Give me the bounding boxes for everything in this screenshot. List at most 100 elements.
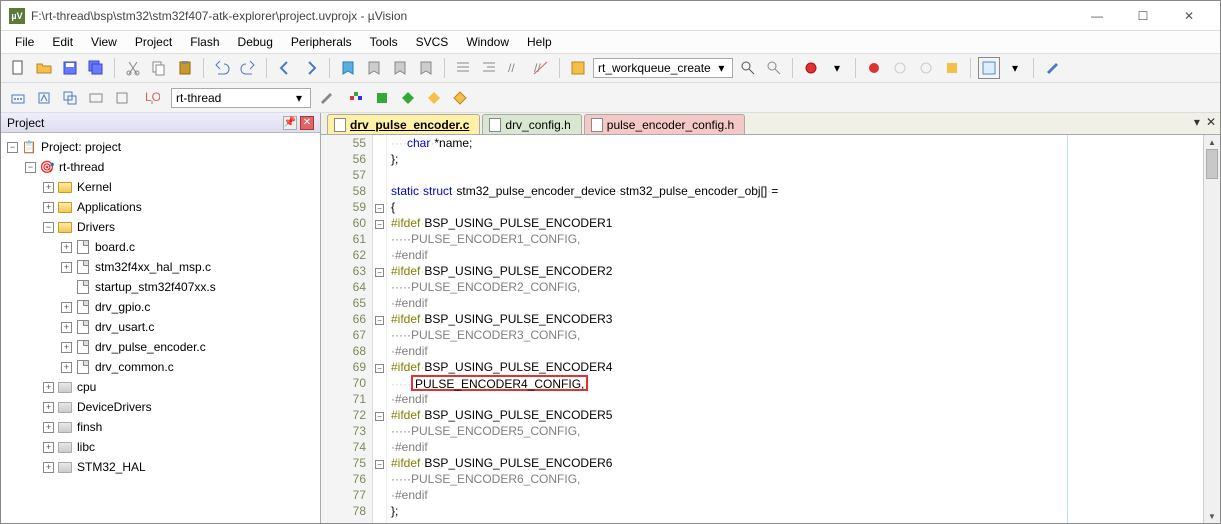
tab-dropdown-icon[interactable]: ▾ — [1194, 115, 1200, 129]
bookmark-icon[interactable] — [337, 57, 359, 79]
tree-file[interactable]: startup_stm32f407xx.s — [3, 277, 318, 297]
close-button[interactable]: ✕ — [1166, 1, 1212, 31]
project-panel: Project 📌 ✕ −📋Project: project −🎯rt-thre… — [1, 113, 321, 523]
window-title: F:\rt-thread\bsp\stm32\stm32f407-atk-exp… — [31, 9, 1074, 23]
breakpoint-enable-icon[interactable] — [889, 57, 911, 79]
project-tree[interactable]: −📋Project: project −🎯rt-thread +Kernel +… — [1, 133, 320, 523]
find-combo-text: rt_workqueue_create — [598, 61, 711, 75]
tab-close-icon[interactable]: ✕ — [1206, 115, 1216, 129]
scroll-down-icon[interactable]: ▼ — [1204, 509, 1220, 523]
download-icon[interactable]: LOAD — [141, 87, 163, 109]
tree-group-cpu[interactable]: +cpu — [3, 377, 318, 397]
code-body[interactable]: ····char·*name;};static·struct·stm32_pul… — [387, 135, 1203, 523]
menu-project[interactable]: Project — [127, 33, 180, 51]
tree-group-drivers[interactable]: −Drivers — [3, 217, 318, 237]
build-icon[interactable] — [33, 87, 55, 109]
breakpoint-disable-icon[interactable] — [915, 57, 937, 79]
tree-group-stm32hal[interactable]: +STM32_HAL — [3, 457, 318, 477]
menu-flash[interactable]: Flash — [182, 33, 227, 51]
incremental-find-icon[interactable] — [763, 57, 785, 79]
new-file-icon[interactable] — [7, 57, 29, 79]
comment-icon[interactable]: // — [504, 57, 526, 79]
menu-debug[interactable]: Debug — [230, 33, 281, 51]
build-toolbar: LOAD rt-thread▾ — [1, 83, 1220, 113]
title-bar: µV F:\rt-thread\bsp\stm32\stm32f407-atk-… — [1, 1, 1220, 31]
menu-peripherals[interactable]: Peripherals — [283, 33, 360, 51]
paste-icon[interactable] — [174, 57, 196, 79]
tree-label: libc — [77, 440, 95, 454]
tree-group-finsh[interactable]: +finsh — [3, 417, 318, 437]
scroll-thumb[interactable] — [1206, 149, 1218, 179]
minimize-button[interactable]: — — [1074, 1, 1120, 31]
fold-column[interactable]: −−−−−−− — [373, 135, 387, 523]
target-options-icon[interactable] — [315, 87, 337, 109]
manage-rte-icon[interactable] — [423, 87, 445, 109]
redo-icon[interactable] — [237, 57, 259, 79]
tree-file[interactable]: +stm32f4xx_hal_msp.c — [3, 257, 318, 277]
breakpoint-kill-icon[interactable] — [941, 57, 963, 79]
debug-icon[interactable] — [800, 57, 822, 79]
cut-icon[interactable] — [122, 57, 144, 79]
target-combo[interactable]: rt-thread▾ — [171, 88, 311, 108]
copy-icon[interactable] — [148, 57, 170, 79]
outdent-icon[interactable] — [478, 57, 500, 79]
nav-forward-icon[interactable] — [300, 57, 322, 79]
code-editor[interactable]: 5556575859606162636465666768697071727374… — [321, 135, 1220, 523]
tab-drv-pulse-encoder[interactable]: drv_pulse_encoder.c — [327, 114, 480, 134]
stop-build-icon[interactable] — [111, 87, 133, 109]
tree-file[interactable]: +drv_gpio.c — [3, 297, 318, 317]
menu-view[interactable]: View — [83, 33, 125, 51]
menu-file[interactable]: File — [7, 33, 42, 51]
bookmark-next-icon[interactable] — [389, 57, 411, 79]
tree-label: finsh — [77, 420, 102, 434]
tree-file[interactable]: +drv_pulse_encoder.c — [3, 337, 318, 357]
layout-dropdown-icon[interactable]: ▾ — [1004, 57, 1026, 79]
menu-window[interactable]: Window — [458, 33, 517, 51]
menu-edit[interactable]: Edit — [44, 33, 81, 51]
manage-project-icon[interactable] — [345, 87, 367, 109]
save-all-icon[interactable] — [85, 57, 107, 79]
maximize-button[interactable]: ☐ — [1120, 1, 1166, 31]
nav-back-icon[interactable] — [274, 57, 296, 79]
window-layout-icon[interactable] — [978, 57, 1000, 79]
save-icon[interactable] — [59, 57, 81, 79]
find-combo[interactable]: rt_workqueue_create▾ — [593, 58, 733, 78]
menu-help[interactable]: Help — [519, 33, 560, 51]
tree-root[interactable]: −📋Project: project — [3, 137, 318, 157]
bookmark-prev-icon[interactable] — [363, 57, 385, 79]
translate-icon[interactable] — [7, 87, 29, 109]
tree-group-libc[interactable]: +libc — [3, 437, 318, 457]
tree-group-devicedrivers[interactable]: +DeviceDrivers — [3, 397, 318, 417]
tree-target[interactable]: −🎯rt-thread — [3, 157, 318, 177]
panel-pin-icon[interactable]: 📌 — [283, 116, 297, 130]
menu-svcs[interactable]: SVCS — [408, 33, 457, 51]
vertical-scrollbar[interactable]: ▲ ▼ — [1203, 135, 1220, 523]
debug-dropdown-icon[interactable]: ▾ — [826, 57, 848, 79]
open-file-icon[interactable] — [33, 57, 55, 79]
uncomment-icon[interactable]: // — [530, 57, 552, 79]
menu-tools[interactable]: Tools — [362, 33, 406, 51]
books-icon[interactable] — [449, 87, 471, 109]
main-toolbar: // // rt_workqueue_create▾ ▾ ▾ — [1, 53, 1220, 83]
find-icon[interactable] — [567, 57, 589, 79]
panel-close-icon[interactable]: ✕ — [300, 116, 314, 130]
find-in-files-icon[interactable] — [737, 57, 759, 79]
tree-group-kernel[interactable]: +Kernel — [3, 177, 318, 197]
bookmark-clear-icon[interactable] — [415, 57, 437, 79]
configure-icon[interactable] — [1041, 57, 1063, 79]
editor-tabs: drv_pulse_encoder.c drv_config.h pulse_e… — [321, 113, 1220, 135]
breakpoint-insert-icon[interactable] — [863, 57, 885, 79]
tree-group-applications[interactable]: +Applications — [3, 197, 318, 217]
indent-icon[interactable] — [452, 57, 474, 79]
tree-file[interactable]: +drv_common.c — [3, 357, 318, 377]
scroll-up-icon[interactable]: ▲ — [1204, 135, 1220, 149]
tree-file[interactable]: +drv_usart.c — [3, 317, 318, 337]
tab-drv-config[interactable]: drv_config.h — [482, 114, 581, 134]
pack-installer-icon[interactable] — [397, 87, 419, 109]
tree-file[interactable]: +board.c — [3, 237, 318, 257]
undo-icon[interactable] — [211, 57, 233, 79]
tab-pulse-encoder-config[interactable]: pulse_encoder_config.h — [584, 114, 745, 134]
rebuild-icon[interactable] — [59, 87, 81, 109]
batch-build-icon[interactable] — [85, 87, 107, 109]
select-packs-icon[interactable] — [371, 87, 393, 109]
